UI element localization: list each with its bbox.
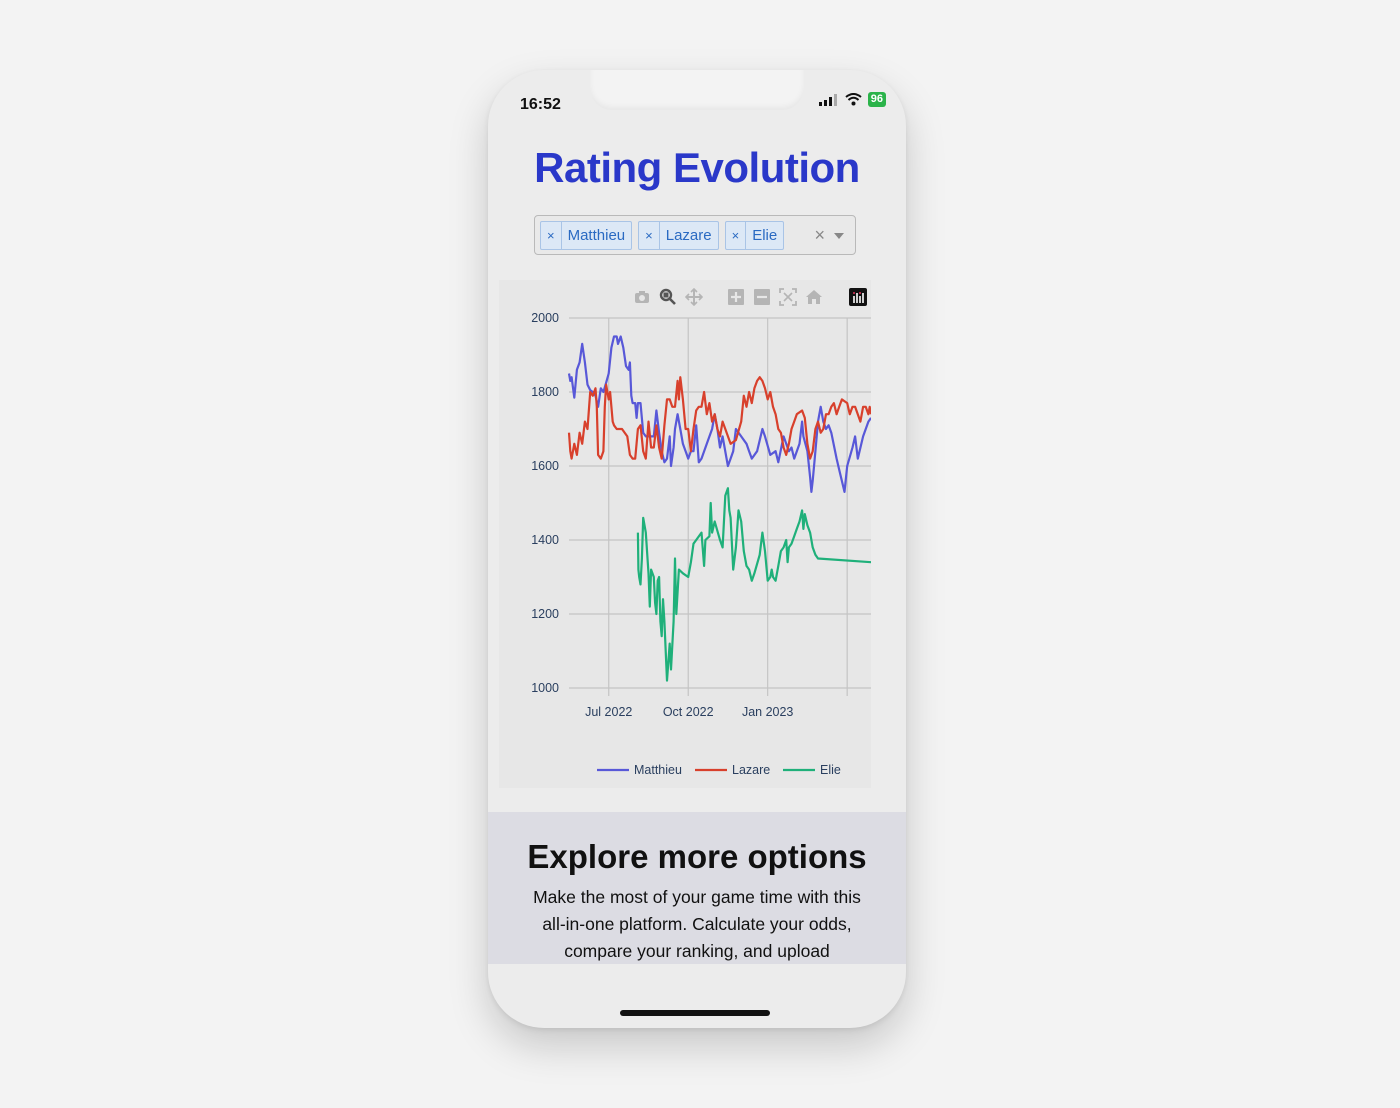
chart-grid xyxy=(569,317,871,696)
explore-section: Explore more options Make the most of yo… xyxy=(488,812,906,964)
clear-all-icon[interactable]: × xyxy=(814,225,825,246)
x-tick-label: Jul 2022 xyxy=(585,705,632,719)
explore-body: Make the most of your game time with thi… xyxy=(533,887,861,961)
y-tick-label: 2000 xyxy=(531,311,559,325)
x-tick-label: Jan 2023 xyxy=(742,705,793,719)
legend-label: Lazare xyxy=(732,763,770,777)
remove-elie-button[interactable]: × xyxy=(726,221,747,249)
x-tick-label: Oct 2022 xyxy=(663,705,714,719)
x-axis-ticks: Jul 2022 Oct 2022 Jan 2023 xyxy=(585,705,793,719)
chip-label: Matthieu xyxy=(567,226,626,244)
explore-heading: Explore more options xyxy=(527,838,867,875)
chip-matthieu: × Matthieu xyxy=(540,220,633,250)
chip-lazare: × Lazare xyxy=(638,220,719,250)
chart-series[interactable] xyxy=(567,335,871,682)
legend-item-lazare[interactable]: Lazare xyxy=(695,763,770,777)
wifi-icon xyxy=(845,93,862,106)
rating-chart: 1000 1200 1400 1600 1800 2000 Jul 2022 Oct 202… xyxy=(499,280,871,788)
y-tick-label: 1400 xyxy=(531,533,559,547)
phone-frame: 16:52 96 Rating Evolution × Matthieu × L… xyxy=(488,70,906,1028)
remove-matthieu-button[interactable]: × xyxy=(541,221,562,249)
cellular-signal-icon xyxy=(818,93,837,106)
y-tick-label: 1800 xyxy=(531,385,559,399)
chart-legend[interactable]: Matthieu Lazare Elie xyxy=(597,763,841,777)
remove-lazare-button[interactable]: × xyxy=(639,221,660,249)
battery-charging-icon: 96 xyxy=(867,92,886,107)
player-multiselect[interactable]: × Matthieu × Lazare × Elie × xyxy=(534,215,856,255)
legend-item-matthieu[interactable]: Matthieu xyxy=(597,763,682,777)
legend-item-elie[interactable]: Elie xyxy=(783,763,841,777)
page-title: Rating Evolution xyxy=(534,144,860,191)
y-tick-label: 1200 xyxy=(531,607,559,621)
y-tick-label: 1600 xyxy=(531,459,559,473)
chart-plot-area[interactable]: 1000 1200 1400 1600 1800 2000 Jul 2022 Oct 202… xyxy=(499,280,871,788)
legend-label: Elie xyxy=(820,763,841,777)
series-line-elie[interactable] xyxy=(636,487,871,682)
status-time: 16:52 xyxy=(520,96,561,113)
chip-elie: × Elie xyxy=(724,220,785,250)
chip-label: Elie xyxy=(752,226,778,244)
chevron-down-icon[interactable] xyxy=(834,233,844,239)
status-icons: 96 xyxy=(818,92,886,107)
y-tick-label: 1000 xyxy=(531,681,559,695)
home-indicator[interactable] xyxy=(620,1010,770,1016)
legend-label: Matthieu xyxy=(634,763,682,777)
notch xyxy=(590,70,804,110)
chip-label: Lazare xyxy=(665,226,712,244)
y-axis-ticks: 1000 1200 1400 1600 1800 2000 xyxy=(531,311,559,695)
